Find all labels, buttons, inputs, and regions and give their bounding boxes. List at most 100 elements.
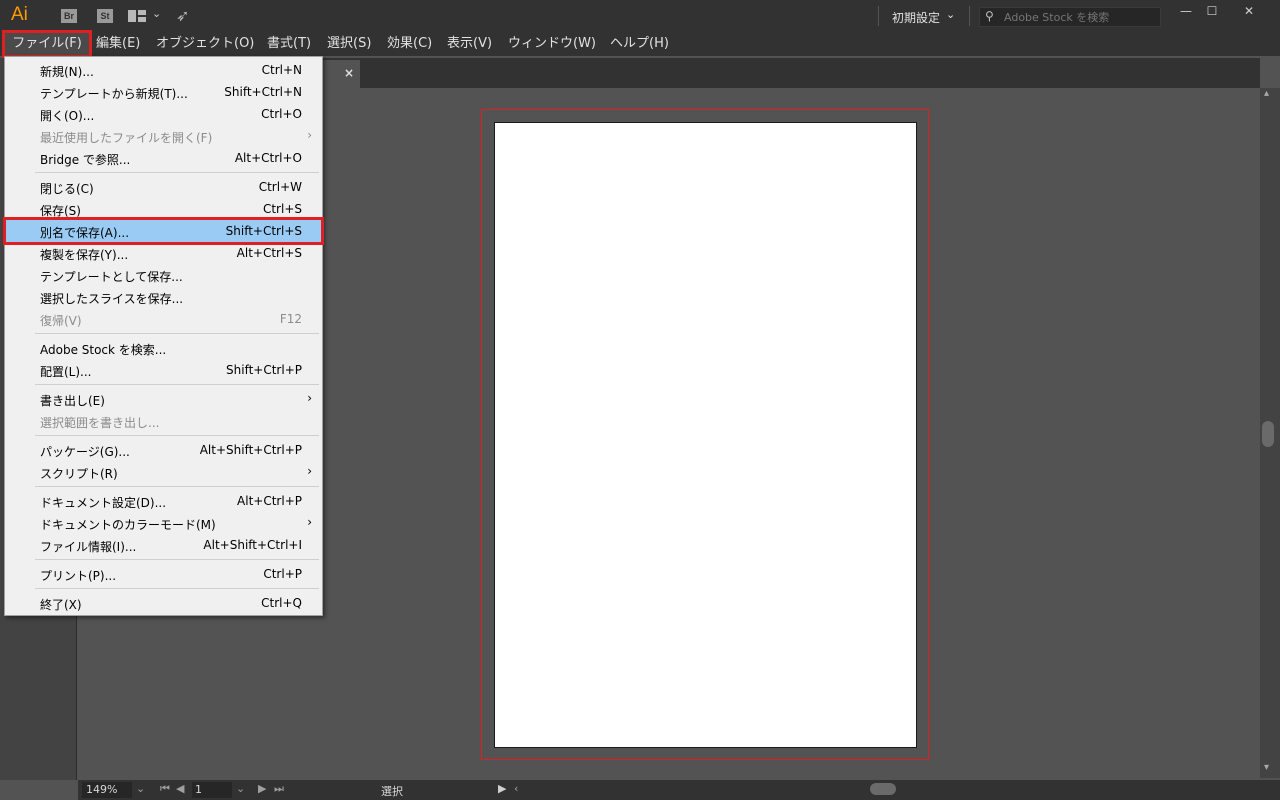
menu-item-export-selection[interactable]: 選択範囲を書き出し... [6,410,321,432]
stock-search-input[interactable] [1004,10,1154,24]
menu-help[interactable]: ヘルプ(H) [610,32,669,56]
workspace-switcher[interactable]: 初期設定 [892,9,940,26]
menu-item-label: 保存(S) [40,204,81,218]
title-bar: Ai Br St ⌄ ➶ 初期設定 ⌄ ⚲ — ☐ ✕ [0,0,1280,32]
bridge-icon[interactable]: Br [61,9,77,23]
stock-search-box[interactable]: ⚲ [979,7,1161,27]
menu-object[interactable]: オブジェクト(O) [156,32,254,56]
divider [969,6,970,26]
menu-item-document-color-mode[interactable]: ドキュメントのカラーモード(M) › [6,512,321,534]
menu-view[interactable]: 表示(V) [447,32,492,56]
tab-close-button[interactable]: × [344,66,354,80]
shortcut: F12 [279,312,302,326]
search-icon: ⚲ [985,9,994,23]
menu-item-label: パッケージ(G)... [40,445,130,459]
shortcut: Ctrl+Q [261,596,302,610]
menu-item-export[interactable]: 書き出し(E) › [6,388,321,410]
vertical-scrollbar[interactable]: ▴ ▾ [1260,88,1280,778]
menu-item-save-copy[interactable]: 複製を保存(Y)... Alt+Ctrl+S [6,242,321,264]
menu-separator [35,559,319,560]
menu-item-label: ファイル情報(I)... [40,540,137,554]
last-page-icon[interactable]: ⏭ [274,782,284,796]
arrange-documents-icon[interactable] [128,10,146,22]
menu-item-label: テンプレートとして保存... [40,270,183,284]
menu-item-label: テンプレートから新規(T)... [40,87,188,101]
menu-edit[interactable]: 編集(E) [96,32,140,56]
menu-item-label: 配置(L)... [40,365,92,379]
menu-item-search-adobe-stock[interactable]: Adobe Stock を検索... [6,337,321,359]
menu-effect[interactable]: 効果(C) [387,32,432,56]
menu-item-scripts[interactable]: スクリプト(R) › [6,461,321,483]
menu-item-place[interactable]: 配置(L)... Shift+Ctrl+P [6,359,321,381]
prev-page-icon[interactable]: ◀ [176,782,184,795]
menu-item-save-as-template[interactable]: テンプレートとして保存... [6,264,321,286]
menu-item-browse-bridge[interactable]: Bridge で参照... Alt+Ctrl+O [6,147,321,169]
shortcut: Shift+Ctrl+S [225,224,302,238]
stock-icon[interactable]: St [97,9,113,23]
file-menu-dropdown: 新規(N)... Ctrl+N テンプレートから新規(T)... Shift+Ctr… [3,56,324,616]
shortcut: Shift+Ctrl+N [224,85,302,99]
maximize-button[interactable]: ☐ [1195,0,1229,22]
chevron-right-icon: › [307,464,312,478]
menu-item-label: 最近使用したファイルを開く(F) [40,131,213,145]
menu-item-save-as[interactable]: 別名で保存(A)... Shift+Ctrl+S [3,217,324,245]
chevron-right-icon: › [307,515,312,529]
menu-select[interactable]: 選択(S) [327,32,371,56]
first-page-icon[interactable]: ⏮ [160,782,170,796]
menu-item-label: Adobe Stock を検索... [40,343,167,357]
menu-item-new[interactable]: 新規(N)... Ctrl+N [6,59,321,81]
menu-separator [35,333,319,334]
menu-separator [35,384,319,385]
scroll-up-icon[interactable]: ▴ [1264,88,1269,99]
menu-item-save[interactable]: 保存(S) Ctrl+S [6,198,321,220]
shortcut: Ctrl+W [258,180,302,194]
menu-item-new-from-template[interactable]: テンプレートから新規(T)... Shift+Ctrl+N [6,81,321,103]
shortcut: Alt+Shift+Ctrl+P [199,443,302,457]
menu-item-open-recent[interactable]: 最近使用したファイルを開く(F) › [6,125,321,147]
shortcut: Ctrl+P [263,567,302,581]
scroll-down-icon[interactable]: ▾ [1264,762,1269,773]
menu-item-label: ドキュメント設定(D)... [40,496,167,510]
menu-item-document-setup[interactable]: ドキュメント設定(D)... Alt+Ctrl+P [6,490,321,512]
horizontal-scroll-thumb[interactable] [870,783,896,795]
menu-item-file-info[interactable]: ファイル情報(I)... Alt+Shift+Ctrl+I [6,534,321,556]
menu-item-label: 書き出し(E) [40,394,105,408]
shortcut: Alt+Shift+Ctrl+I [203,538,302,552]
menu-item-close[interactable]: 閉じる(C) Ctrl+W [6,176,321,198]
menu-item-print[interactable]: プリント(P)... Ctrl+P [6,563,321,585]
menu-item-label: 復帰(V) [40,314,82,328]
page-field[interactable]: 1 [192,782,232,798]
rocket-icon[interactable]: ➶ [176,6,189,25]
shortcut: Ctrl+N [261,63,302,77]
chevron-down-icon[interactable]: ⌄ [152,7,161,20]
scroll-left-icon[interactable]: ‹ [514,782,518,795]
artboard[interactable] [494,122,917,748]
scroll-thumb[interactable] [1262,421,1274,447]
shortcut: Alt+Ctrl+P [237,494,302,508]
divider [878,6,879,26]
menu-type[interactable]: 書式(T) [267,32,311,56]
menu-file[interactable]: ファイル(F) [2,30,92,58]
menu-item-save-selected-slices[interactable]: 選択したスライスを保存... [6,286,321,308]
menu-item-label: スクリプト(R) [40,467,118,481]
chevron-down-icon[interactable]: ⌄ [236,782,245,795]
chevron-right-icon: › [307,128,312,142]
menu-item-label: 複製を保存(Y)... [40,248,129,262]
menu-item-label: 選択したスライスを保存... [40,292,184,306]
menu-item-revert[interactable]: 復帰(V) F12 [6,308,321,330]
menu-item-open[interactable]: 開く(O)... Ctrl+O [6,103,321,125]
zoom-field[interactable]: 149% [82,782,132,798]
chevron-down-icon[interactable]: ⌄ [946,8,955,21]
shortcut: Ctrl+S [262,202,302,216]
menu-item-exit[interactable]: 終了(X) Ctrl+Q [6,592,321,614]
menu-separator [35,588,319,589]
status-menu-icon[interactable]: ▶ [498,782,506,795]
shortcut: Alt+Ctrl+S [236,246,302,260]
menu-item-package[interactable]: パッケージ(G)... Alt+Shift+Ctrl+P [6,439,321,461]
menu-window[interactable]: ウィンドウ(W) [508,32,596,56]
menu-item-label: 新規(N)... [40,65,94,79]
chevron-down-icon[interactable]: ⌄ [136,782,145,795]
shortcut: Alt+Ctrl+O [234,151,302,165]
next-page-icon[interactable]: ▶ [258,782,266,795]
close-button[interactable]: ✕ [1232,0,1266,22]
